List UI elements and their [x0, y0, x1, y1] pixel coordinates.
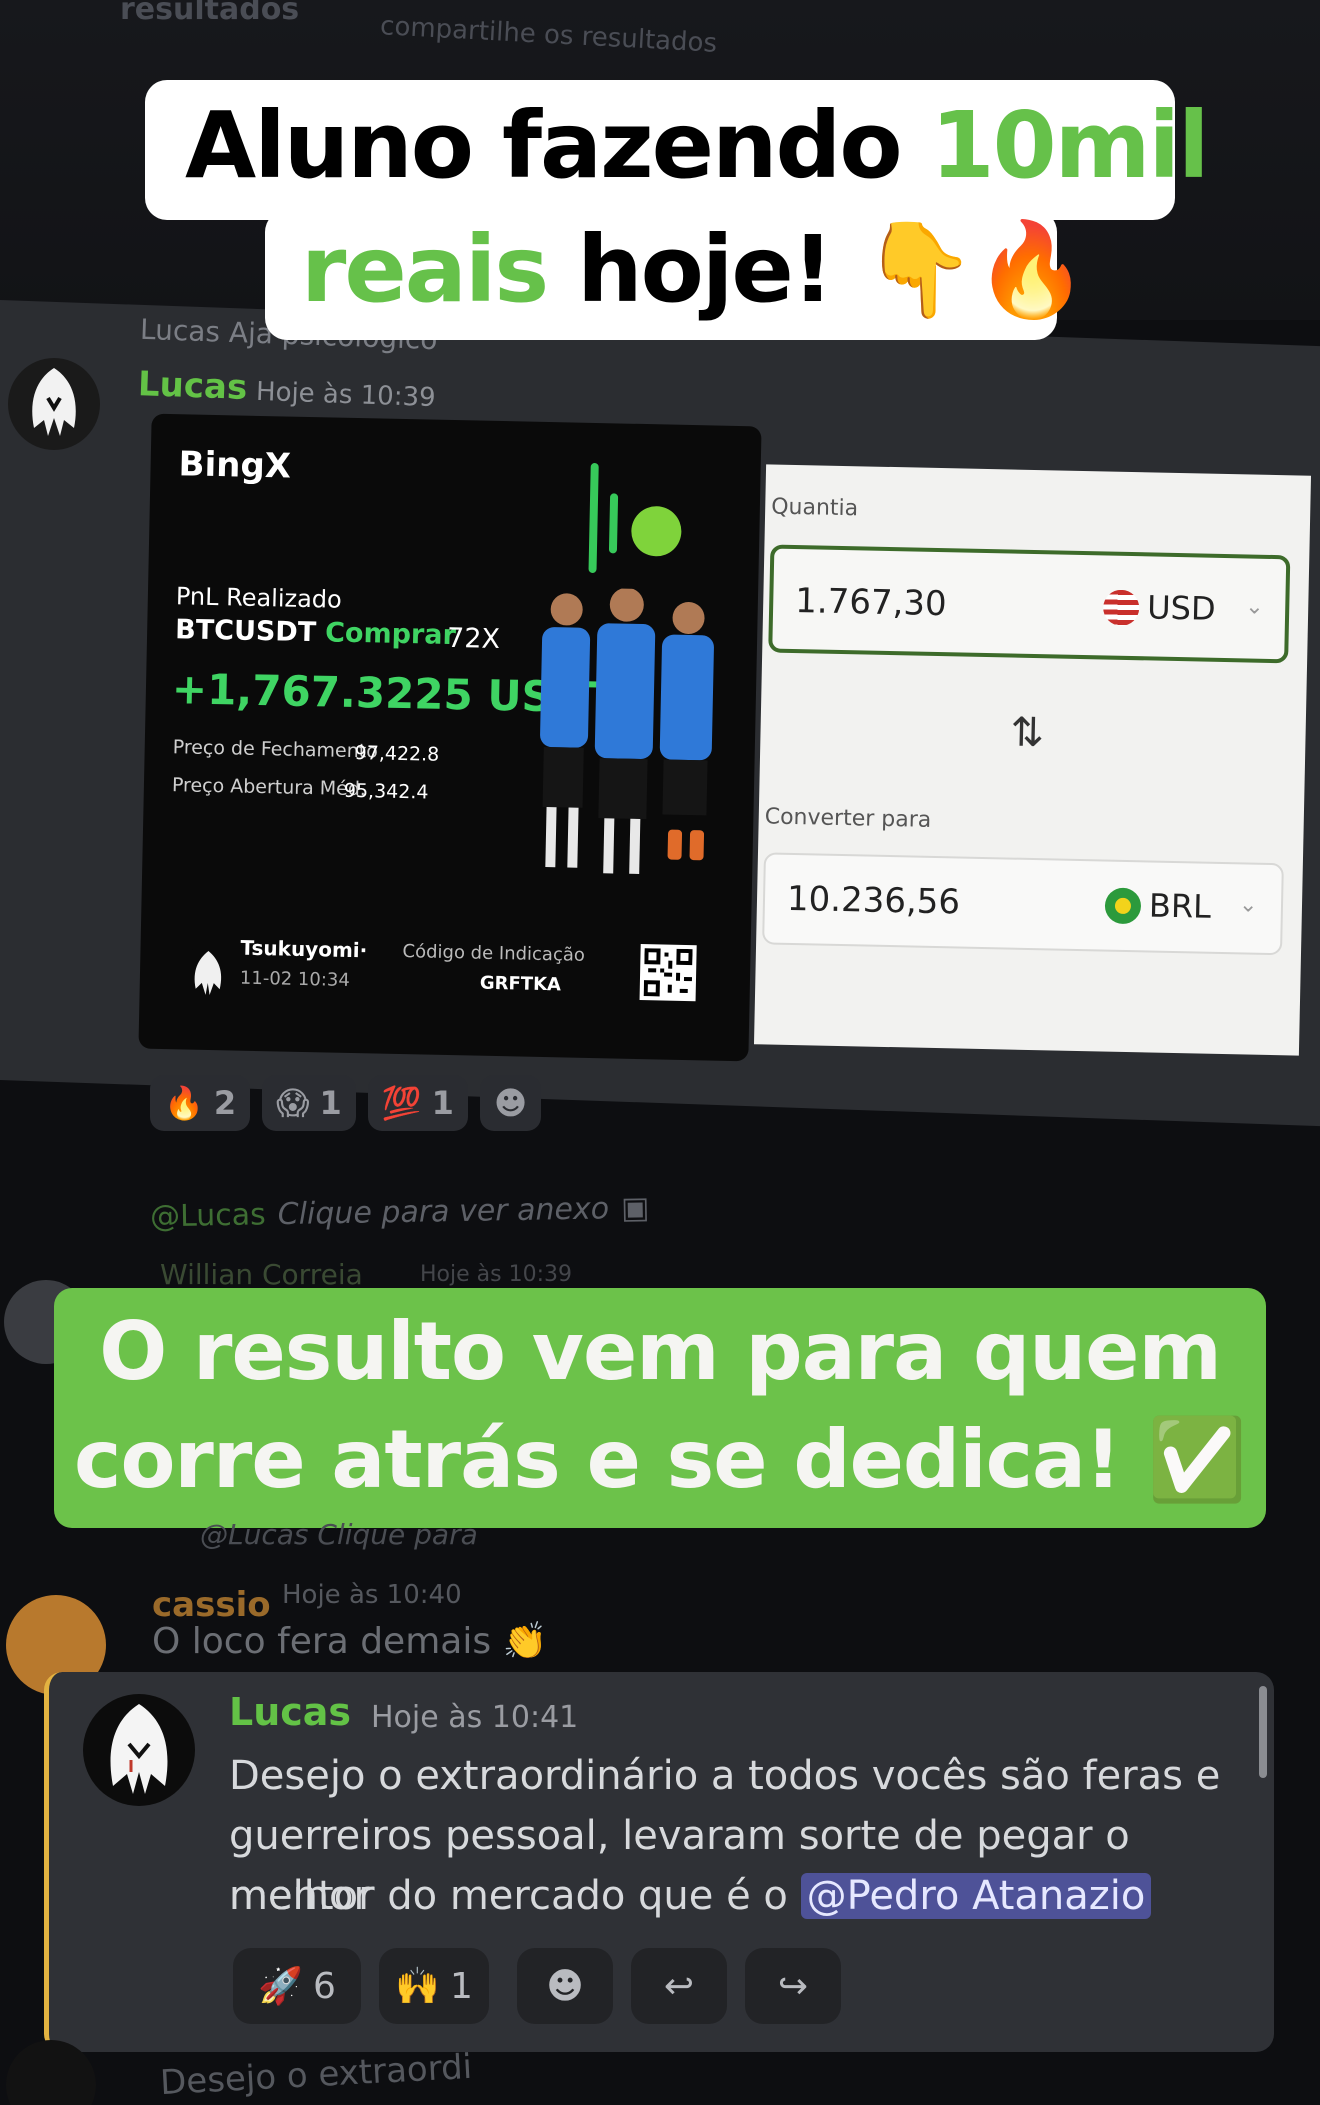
chart-bar-graphic — [608, 493, 619, 554]
avatar-image — [110, 1704, 168, 1794]
pnl-label: PnL Realizado — [175, 582, 343, 614]
message-author[interactable]: cassio — [152, 1585, 271, 1625]
message-text: Desejo o extraordi — [159, 2046, 474, 2104]
chevron-down-icon[interactable]: ⌄ — [1245, 594, 1264, 619]
reaction-count: 6 — [312, 1965, 336, 2007]
from-currency[interactable]: USD — [1147, 588, 1216, 627]
caption-line: corre atrás e se dedica! ✅ — [74, 1413, 1247, 1506]
reaction-scream[interactable]: 😱 1 — [262, 1075, 356, 1131]
reply-button[interactable]: ↩ — [631, 1948, 727, 2024]
message-text: mentor do mercado que é o — [229, 1873, 801, 1919]
result-value: 10.236,56 — [786, 878, 961, 923]
pair-label: BTCUSDT — [174, 614, 317, 649]
reaction-count: 1 — [319, 1084, 342, 1122]
scream-icon: 😱 — [276, 1084, 310, 1122]
hundred-icon: 💯 — [381, 1084, 422, 1122]
chart-bar-graphic — [588, 462, 599, 574]
athletes-image — [527, 587, 733, 891]
channel-title: resultados — [120, 0, 300, 27]
raised-hands-icon: 🙌 — [395, 1966, 440, 2007]
reply-mention: @Lucas — [149, 1197, 267, 1235]
message-timestamp: Hoje às 10:39 — [255, 376, 437, 414]
amount-input[interactable]: 1.767,30 USD ⌄ — [768, 544, 1291, 664]
bingx-user-avatar — [179, 944, 237, 1002]
image-icon: ▣ — [620, 1190, 650, 1227]
amount-value: 1.767,30 — [794, 581, 948, 625]
reactions-row: 🔥 2 😱 1 💯 1 ☻ — [150, 1075, 542, 1131]
close-price-label: Preço de Fechamento — [172, 736, 379, 763]
caption-line: O resulto vem para quem — [99, 1305, 1222, 1398]
reaction-100[interactable]: 💯 1 — [367, 1075, 468, 1131]
caption-text: reais hoje! 👇🔥 — [301, 216, 1089, 324]
caption-text: Aluno fazendo 10mil — [185, 92, 1210, 199]
caption-top-line1: Aluno fazendo 10mil — [145, 80, 1210, 220]
reaction-count: 1 — [431, 1084, 454, 1122]
avatar[interactable] — [83, 1694, 195, 1806]
smiley-icon: ☻ — [546, 1965, 584, 2007]
us-flag-icon — [1102, 589, 1140, 627]
message-line: mentor do mercado que é o @Pedro Atanazi… — [229, 1866, 1152, 1926]
reaction-rocket[interactable]: 🚀 6 — [233, 1948, 361, 2024]
leverage-label: 72X — [446, 622, 501, 656]
swap-icon[interactable]: ⇅ — [1010, 710, 1044, 757]
bingx-user-date: 11-02 10:34 — [239, 967, 351, 991]
caption-top-line2: reais hoje! 👇🔥 — [265, 210, 1089, 340]
reply-hint[interactable]: @Lucas Clique para ver anexo ▣ — [150, 1191, 650, 1235]
fire-icon: 🔥 — [164, 1084, 204, 1122]
reaction-count: 2 — [213, 1084, 237, 1122]
add-reaction-button[interactable]: ☻ — [479, 1075, 542, 1131]
convert-label: Converter para — [764, 804, 932, 833]
side-label: Comprar — [324, 617, 457, 652]
forward-button[interactable]: ↪ — [745, 1948, 841, 2024]
bingx-logo: BingX — [178, 444, 292, 487]
user-mention[interactable]: @Pedro Atanazio — [800, 1873, 1152, 1919]
reply-icon: ↩ — [663, 1965, 695, 2007]
green-dot-graphic — [630, 505, 682, 557]
open-price-label: Preço Abertura Méd. — [171, 774, 367, 801]
message-timestamp: Hoje às 10:40 — [282, 1580, 462, 1610]
caption-highlight: reais — [301, 216, 549, 323]
bingx-pnl-card[interactable]: BingX PnL Realizado BTCUSDT Comprar 72X … — [138, 413, 762, 1062]
message-author[interactable]: Lucas — [137, 364, 248, 408]
faded-time: Hoje às 10:39 — [420, 1262, 572, 1287]
scrollbar[interactable] — [1259, 1686, 1267, 1778]
br-flag-icon — [1104, 887, 1142, 925]
highlighted-message[interactable]: Lucas Hoje às 10:41 Desejo o extraordiná… — [44, 1672, 1274, 2052]
rocket-icon: 🚀 — [258, 1966, 303, 2007]
referral-code: GRFTKA — [479, 972, 562, 996]
forward-icon: ↪ — [777, 1965, 809, 2007]
smiley-icon: ☻ — [493, 1084, 528, 1122]
avatar-image — [32, 368, 76, 436]
close-price-value: 97,422.8 — [354, 742, 440, 766]
message-line: Desejo o extraordinário a todos vocês sã… — [229, 1753, 1221, 1799]
avatar[interactable] — [8, 358, 100, 450]
currency-converter: Quantia 1.767,30 USD ⌄ ⇅ Converter para … — [753, 464, 1312, 1056]
amount-label: Quantia — [770, 494, 859, 522]
qr-code-icon — [639, 944, 697, 1002]
faded-author: Willian Correia — [160, 1258, 363, 1291]
reply-hint[interactable]: @Lucas Clique para — [200, 1518, 478, 1551]
open-price-value: 95,342.4 — [343, 779, 429, 804]
chevron-down-icon[interactable]: ⌄ — [1239, 892, 1258, 917]
message-author[interactable]: Lucas — [229, 1690, 351, 1734]
caption-highlight: 10mil — [930, 92, 1210, 199]
reaction-count: 1 — [449, 1965, 473, 2007]
to-currency[interactable]: BRL — [1149, 886, 1212, 925]
add-reaction-button[interactable]: ☻ — [517, 1948, 613, 2024]
bingx-username: Tsukuyomi· — [240, 935, 368, 963]
reply-text: Clique para ver anexo — [277, 1191, 610, 1233]
referral-label: Código de Indicação — [402, 941, 586, 966]
message-timestamp: Hoje às 10:41 — [371, 1700, 579, 1735]
message-actions: 🚀 6 🙌 1 ☻ ↩ ↪ — [233, 1948, 841, 2024]
caption-text-part: Aluno fazendo — [185, 92, 931, 199]
reaction-fire[interactable]: 🔥 2 — [150, 1075, 251, 1131]
result-field[interactable]: 10.236,56 BRL ⌄ — [762, 852, 1284, 956]
green-caption: O resulto vem para quem corre atrás e se… — [54, 1288, 1266, 1528]
message-text: O loco fera demais 👏 — [152, 1621, 548, 1662]
caption-text-part: hoje! 👇🔥 — [547, 216, 1089, 323]
reaction-raised-hands[interactable]: 🙌 1 — [379, 1948, 489, 2024]
